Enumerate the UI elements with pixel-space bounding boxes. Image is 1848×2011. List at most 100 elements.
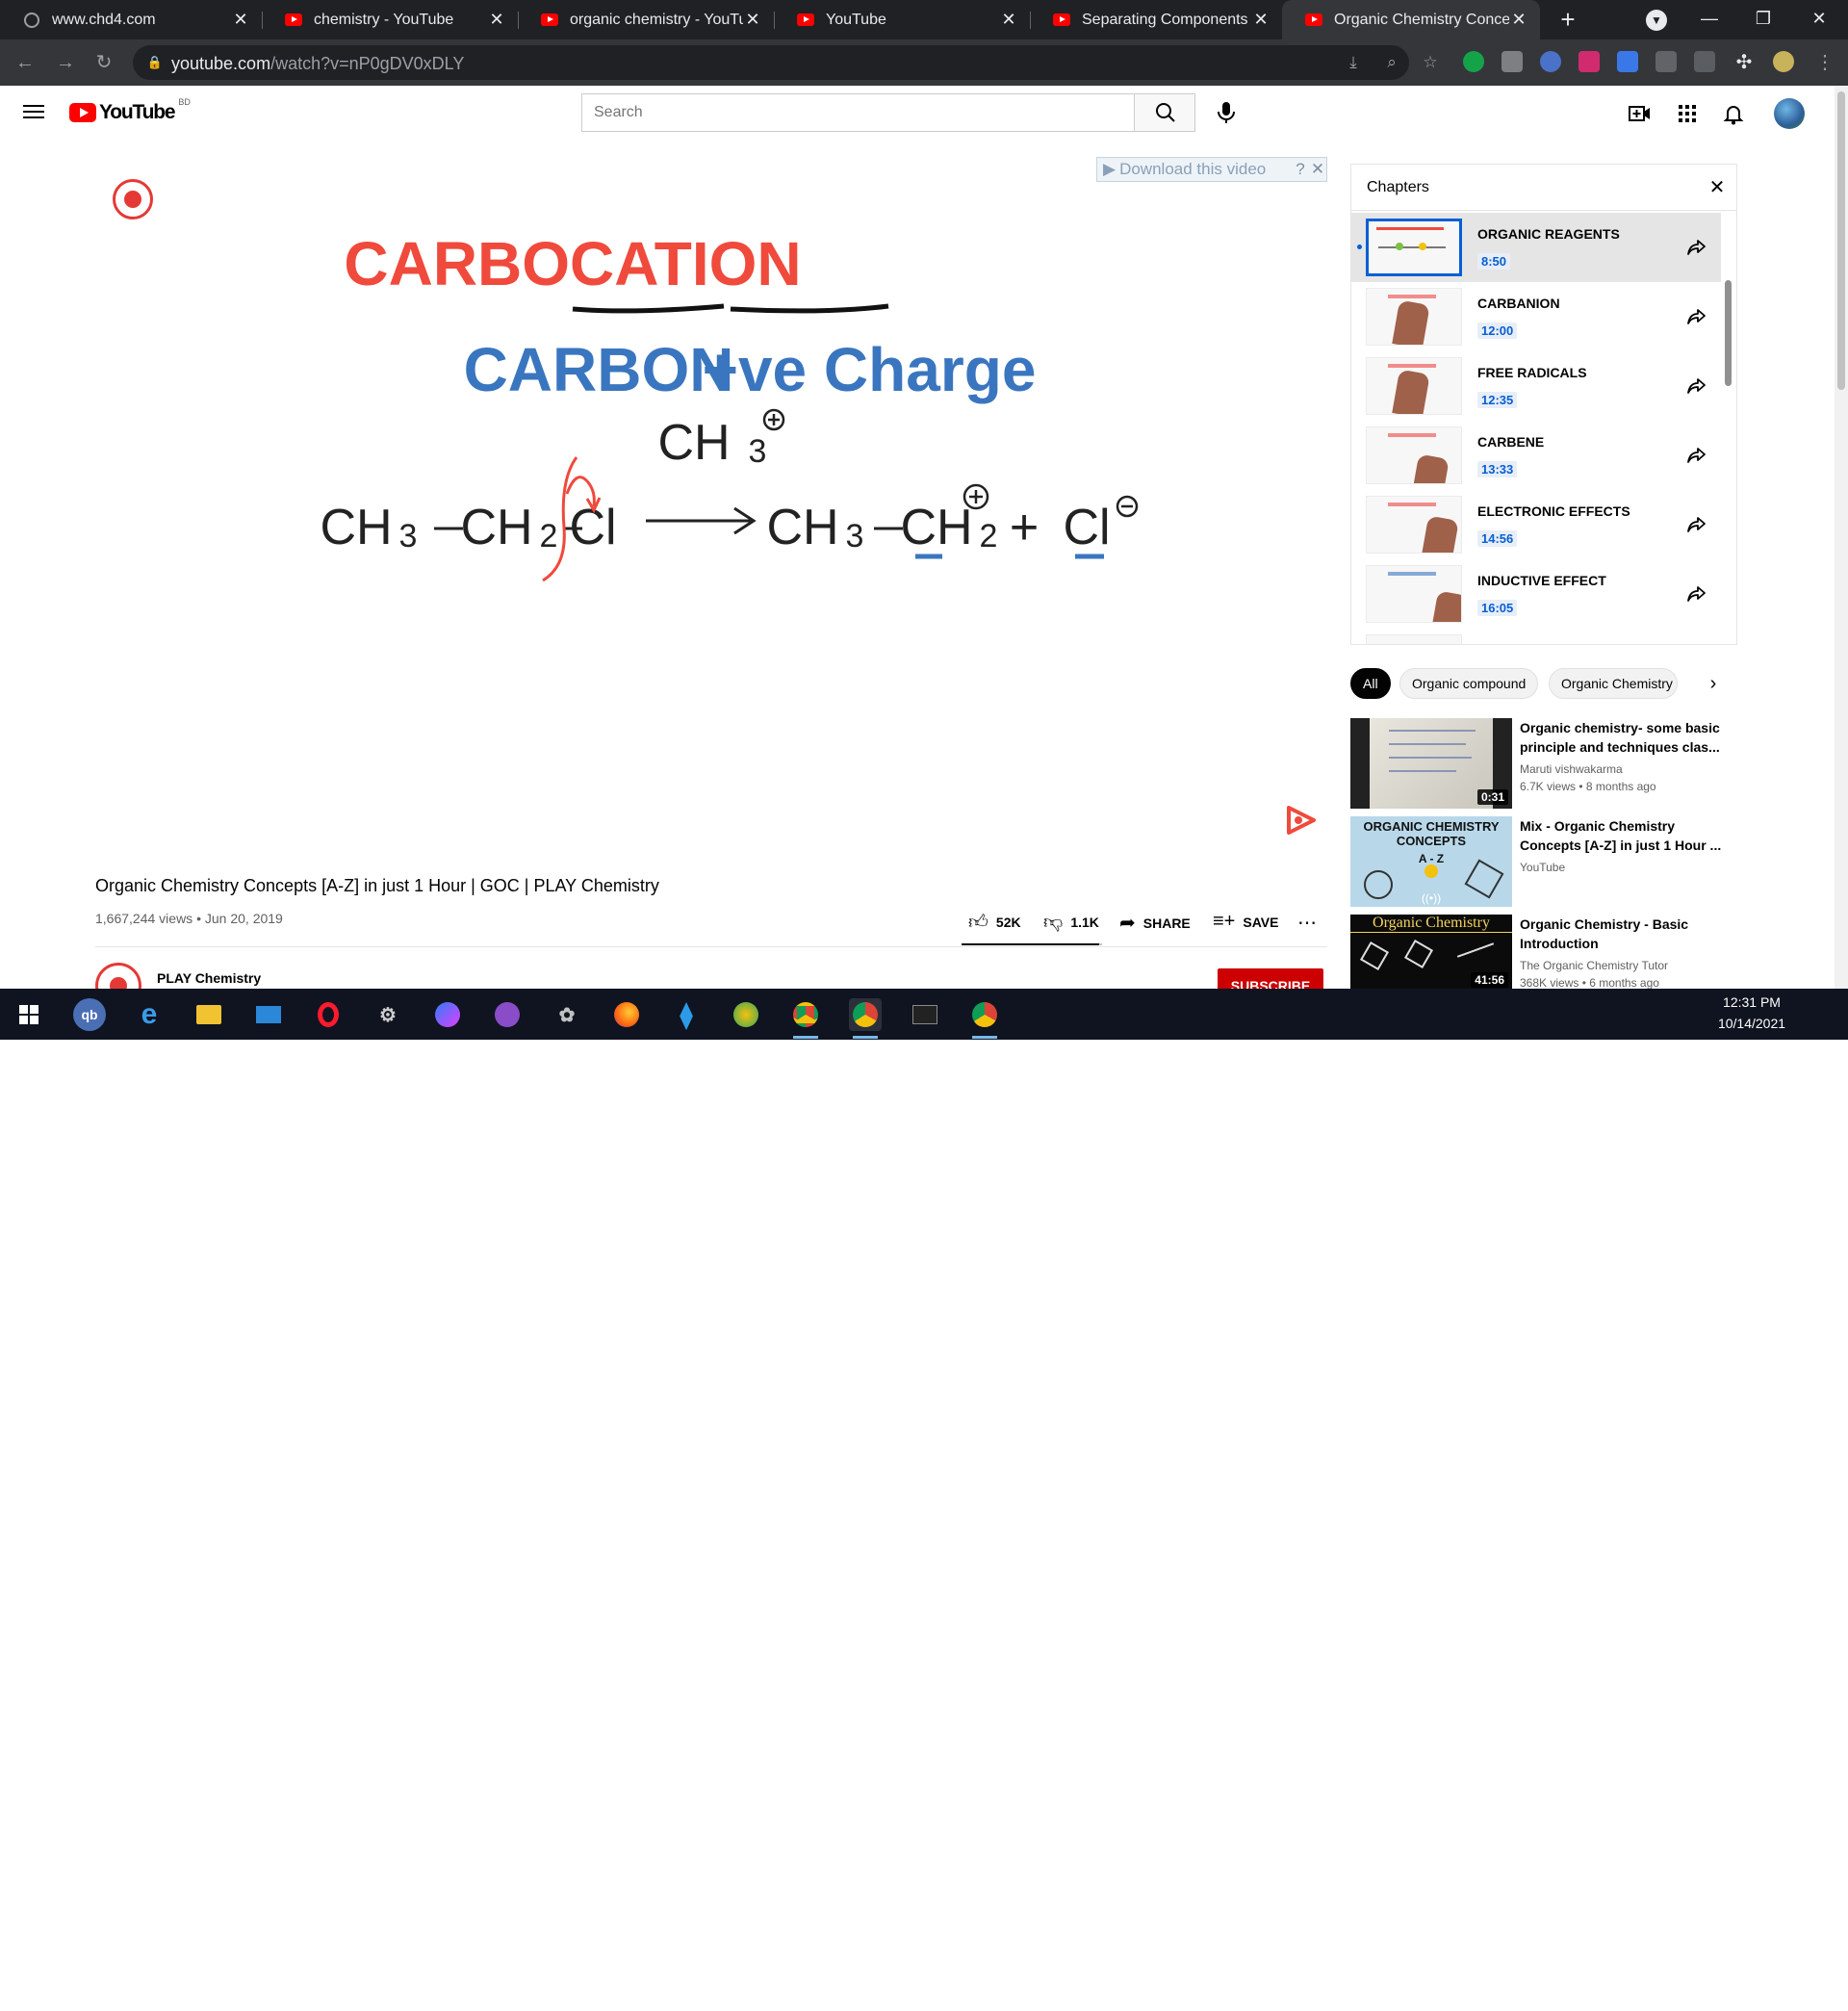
profile-avatar-icon[interactable] <box>1773 51 1794 72</box>
close-icon[interactable]: ✕ <box>1251 10 1270 30</box>
pen-extension-icon[interactable] <box>1694 51 1715 72</box>
close-icon[interactable]: ✕ <box>1509 10 1528 30</box>
chip-organic-chemistry[interactable]: Organic Chemistry <box>1549 668 1678 699</box>
tab-organic-chemistry-youtube[interactable]: organic chemistry - YouTube ✕ <box>518 0 774 39</box>
dislike-button[interactable]: 👎︎ 1.1K <box>1043 911 1099 934</box>
page-scrollbar[interactable] <box>1835 86 1848 989</box>
video-title[interactable]: Organic Chemistry - Basic Introduction <box>1520 915 1722 953</box>
chapter-item-carbanion[interactable]: CARBANION 12:00 <box>1351 282 1721 351</box>
chapter-timestamp[interactable]: 8:50 <box>1477 253 1511 270</box>
keyboard-icon[interactable]: ⌨ <box>1671 1992 1692 2011</box>
url-text[interactable]: youtube.com/watch?v=nP0gDV0xDLY <box>171 54 464 74</box>
video-title[interactable]: Organic chemistry- some basic principle … <box>1520 718 1722 757</box>
vpn-extension-icon[interactable] <box>1540 51 1561 72</box>
lock-icon[interactable]: 🔒 <box>146 54 164 71</box>
chrome-profile-icon[interactable] <box>968 998 1001 1039</box>
video-thumbnail[interactable]: 0:31 <box>1350 718 1512 809</box>
camera-extension-icon[interactable] <box>1502 51 1523 72</box>
recommended-mix[interactable]: ORGANIC CHEMISTRY CONCEPTS A - Z ((•)) M… <box>1350 816 1755 907</box>
notifications-bell-icon[interactable] <box>1721 101 1746 126</box>
clock-time[interactable]: 12:31 PM <box>1713 994 1790 1010</box>
download-extension-icon[interactable] <box>1617 51 1638 72</box>
satellite-app-icon[interactable]: ⚙ <box>372 998 404 1031</box>
chapter-item-partial[interactable] <box>1351 629 1721 644</box>
share-icon[interactable] <box>1684 582 1707 606</box>
user-avatar[interactable] <box>1774 98 1805 129</box>
notification-center-icon[interactable]: ▭ <box>1800 1992 1819 2011</box>
tab-chemistry-youtube[interactable]: chemistry - YouTube ✕ <box>262 0 518 39</box>
close-icon[interactable]: ✕ <box>743 10 762 30</box>
extensions-puzzle-icon[interactable]: ✣ <box>1732 51 1756 74</box>
github-icon[interactable] <box>491 998 524 1031</box>
tab-search-icon[interactable]: ▼ <box>1646 10 1667 31</box>
grammarly-extension-icon[interactable] <box>1463 51 1484 72</box>
close-window-button[interactable]: ✕ <box>1792 0 1846 39</box>
apps-grid-icon[interactable] <box>1675 101 1700 126</box>
video-player[interactable]: ▶ Download this video ? ✕ CARBOCATION CA… <box>95 157 1327 855</box>
tab-chd4[interactable]: www.chd4.com ✕ <box>0 0 262 39</box>
video-channel[interactable]: The Organic Chemistry Tutor <box>1520 959 1668 972</box>
chevron-right-icon[interactable]: › <box>1704 674 1723 693</box>
search-input[interactable] <box>582 94 1134 131</box>
share-button[interactable]: ➦ SHARE <box>1119 911 1191 935</box>
create-video-icon[interactable] <box>1627 101 1652 126</box>
qbittorrent-icon[interactable]: qb <box>73 998 106 1031</box>
voice-search-button[interactable] <box>1207 93 1245 132</box>
chrome-active-window-icon[interactable] <box>849 998 882 1039</box>
share-icon[interactable] <box>1684 444 1707 467</box>
clock-date[interactable]: 10/14/2021 <box>1707 1016 1796 1031</box>
address-bar[interactable]: 🔒 youtube.com/watch?v=nP0gDV0xDLY ⤓ ⌕ ☆ <box>133 45 1438 80</box>
minimize-button[interactable]: — <box>1682 0 1736 39</box>
share-icon[interactable] <box>1684 513 1707 536</box>
chapter-item-free-radicals[interactable]: FREE RADICALS 12:35 <box>1351 351 1721 421</box>
volume-icon[interactable]: 🔈︎ <box>1604 1992 1623 2011</box>
chip-all[interactable]: All <box>1350 668 1391 699</box>
close-icon[interactable]: ✕ <box>1707 178 1727 197</box>
search-button[interactable] <box>1134 93 1195 132</box>
firefox-icon[interactable] <box>610 998 643 1031</box>
edge-icon[interactable]: e <box>133 998 166 1031</box>
chapter-item-electronic-effects[interactable]: ELECTRONIC EFFECTS 14:56 <box>1351 490 1721 559</box>
bookmark-star-icon[interactable]: ☆ <box>1421 53 1440 72</box>
chip-organic-compound[interactable]: Organic compound <box>1399 668 1539 699</box>
chapter-timestamp[interactable]: 16:05 <box>1477 600 1518 616</box>
like-button[interactable]: 👍︎ 52K <box>968 911 1021 934</box>
tab-youtube[interactable]: YouTube ✕ <box>774 0 1030 39</box>
page-scrollbar-thumb[interactable] <box>1837 91 1845 390</box>
reload-icon[interactable]: ↻ <box>92 51 116 74</box>
screen-extension-icon[interactable] <box>1656 51 1677 72</box>
chevron-up-icon[interactable]: ^ <box>1544 1992 1563 2011</box>
share-icon[interactable] <box>1684 374 1707 398</box>
chapter-timestamp[interactable]: 12:35 <box>1477 392 1518 408</box>
share-icon[interactable] <box>1684 236 1707 259</box>
chapter-item-carbene[interactable]: CARBENE 13:33 <box>1351 421 1721 490</box>
terminal-icon[interactable] <box>909 998 941 1031</box>
recommended-video[interactable]: Organic Chemistry 41:56 Organic Chemistr… <box>1350 915 1755 992</box>
paint-app-icon[interactable]: ✿ <box>551 998 583 1031</box>
chapter-item-organic-reagents[interactable]: ORGANIC REAGENTS 8:50 <box>1351 213 1721 282</box>
video-channel[interactable]: YouTube <box>1520 861 1565 874</box>
recommended-video[interactable]: 0:31 Organic chemistry- some basic princ… <box>1350 718 1755 809</box>
channel-play-logo-icon[interactable] <box>1285 805 1316 836</box>
windows-start-icon[interactable] <box>13 998 45 1031</box>
chapter-timestamp[interactable]: 12:00 <box>1477 322 1518 339</box>
chapter-item-inductive-effect[interactable]: INDUCTIVE EFFECT 16:05 <box>1351 559 1721 629</box>
menu-icon[interactable] <box>23 101 44 122</box>
mail-icon[interactable] <box>252 998 285 1031</box>
share-icon[interactable] <box>1684 305 1707 328</box>
new-tab-button[interactable]: + <box>1552 4 1584 37</box>
channel-name-link[interactable]: PLAY Chemistry <box>157 970 261 986</box>
save-button[interactable]: ≡+ SAVE <box>1213 911 1278 933</box>
zoom-icon[interactable]: ⌕ <box>1382 53 1401 72</box>
youtube-logo[interactable]: YouTube BD <box>69 97 191 124</box>
restore-button[interactable]: ❐ <box>1736 0 1790 39</box>
chrome-icon[interactable] <box>789 998 822 1039</box>
back-icon[interactable]: ← <box>13 51 37 74</box>
globe-app-icon[interactable] <box>730 998 762 1031</box>
messenger-icon[interactable] <box>431 998 464 1031</box>
file-explorer-icon[interactable] <box>192 998 225 1031</box>
kebab-menu-icon[interactable]: ⋮ <box>1813 51 1836 74</box>
close-icon[interactable]: ✕ <box>487 10 506 30</box>
forward-icon[interactable]: → <box>54 51 77 74</box>
install-app-icon[interactable]: ⤓ <box>1344 53 1363 72</box>
